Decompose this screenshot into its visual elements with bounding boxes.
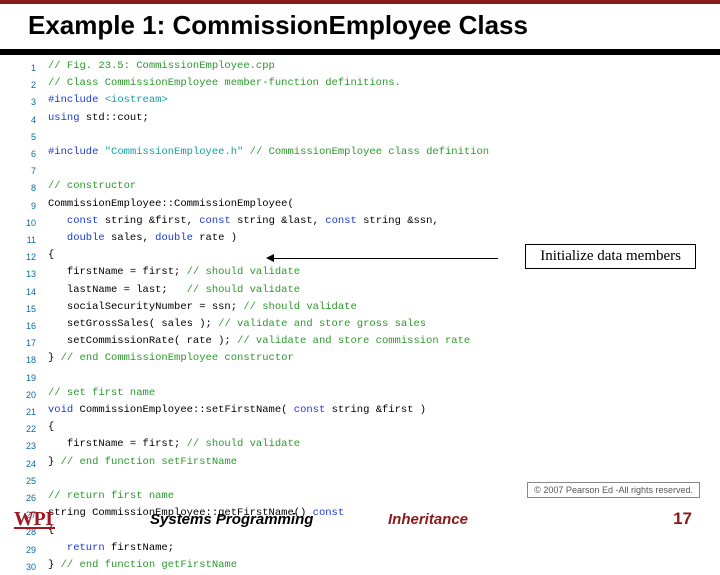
code-line: 21void CommissionEmployee::setFirstName(… (14, 403, 710, 420)
line-content: } // end function getFirstName (36, 558, 237, 575)
line-content: double sales, double rate ) (36, 231, 237, 248)
line-content (36, 472, 48, 489)
code-line: 3#include <iostream> (14, 93, 710, 110)
code-line: 29 return firstName; (14, 541, 710, 558)
line-number: 15 (14, 300, 36, 317)
line-number: 7 (14, 162, 36, 179)
line-content: socialSecurityNumber = ssn; // should va… (36, 300, 357, 317)
line-number: 17 (14, 334, 36, 351)
line-number: 20 (14, 386, 36, 403)
line-content: { (36, 248, 54, 265)
slide-title: Example 1: CommissionEmployee Class (28, 10, 700, 41)
line-number: 11 (14, 231, 36, 248)
line-number: 16 (14, 317, 36, 334)
code-line: 23 firstName = first; // should validate (14, 437, 710, 454)
title-container: Example 1: CommissionEmployee Class (0, 4, 720, 49)
code-line: 6#include "CommissionEmployee.h" // Comm… (14, 145, 710, 162)
callout-box: Initialize data members (525, 244, 696, 269)
line-number: 4 (14, 111, 36, 128)
line-number: 2 (14, 76, 36, 93)
line-number: 19 (14, 369, 36, 386)
code-line: 10 const string &first, const string &la… (14, 214, 710, 231)
code-line: 18} // end CommissionEmployee constructo… (14, 351, 710, 368)
code-line: 2// Class CommissionEmployee member-func… (14, 76, 710, 93)
line-content: // Class CommissionEmployee member-funct… (36, 76, 401, 93)
line-content: firstName = first; // should validate (36, 265, 300, 282)
line-content: // set first name (36, 386, 155, 403)
code-line: 16 setGrossSales( sales ); // validate a… (14, 317, 710, 334)
line-number: 23 (14, 437, 36, 454)
line-content: using std::cout; (36, 111, 149, 128)
wpi-logo: WPI (14, 508, 53, 531)
line-number: 14 (14, 283, 36, 300)
line-number: 25 (14, 472, 36, 489)
line-content (36, 369, 48, 386)
callout-arrow-head-icon (266, 254, 274, 262)
line-content: firstName = first; // should validate (36, 437, 300, 454)
code-line: 19 (14, 369, 710, 386)
line-number: 18 (14, 351, 36, 368)
line-number: 10 (14, 214, 36, 231)
footer-left: Systems Programming (150, 511, 313, 528)
title-band: Example 1: CommissionEmployee Class (0, 0, 720, 55)
slide: Example 1: CommissionEmployee Class 1// … (0, 0, 720, 540)
line-content: // Fig. 23.5: CommissionEmployee.cpp (36, 59, 275, 76)
line-number: 6 (14, 145, 36, 162)
code-line: 20// set first name (14, 386, 710, 403)
line-content: setCommissionRate( rate ); // validate a… (36, 334, 470, 351)
line-number: 30 (14, 558, 36, 575)
line-content: // constructor (36, 179, 136, 196)
line-number: 3 (14, 93, 36, 110)
line-content: const string &first, const string &last,… (36, 214, 439, 231)
line-number: 9 (14, 197, 36, 214)
line-number: 13 (14, 265, 36, 282)
code-line: 1// Fig. 23.5: CommissionEmployee.cpp (14, 59, 710, 76)
line-number: 12 (14, 248, 36, 265)
copyright-text: © 2007 Pearson Ed -All rights reserved. (527, 482, 700, 498)
code-line: 14 lastName = last; // should validate (14, 283, 710, 300)
line-content: } // end CommissionEmployee constructor (36, 351, 294, 368)
code-line: 30} // end function getFirstName (14, 558, 710, 575)
code-line: 4using std::cout; (14, 111, 710, 128)
line-content: #include "CommissionEmployee.h" // Commi… (36, 145, 489, 162)
line-content: } // end function setFirstName (36, 455, 237, 472)
line-content (36, 162, 48, 179)
line-number: 22 (14, 420, 36, 437)
line-content: #include <iostream> (36, 93, 168, 110)
line-content: { (36, 420, 54, 437)
line-number: 8 (14, 179, 36, 196)
line-number: 29 (14, 541, 36, 558)
code-line: 17 setCommissionRate( rate ); // validat… (14, 334, 710, 351)
code-line: 15 socialSecurityNumber = ssn; // should… (14, 300, 710, 317)
line-content: void CommissionEmployee::setFirstName( c… (36, 403, 426, 420)
line-number: 21 (14, 403, 36, 420)
line-number: 5 (14, 128, 36, 145)
code-line: 7 (14, 162, 710, 179)
code-line: 5 (14, 128, 710, 145)
footer: WPI Systems Programming Inheritance 17 (0, 504, 720, 534)
callout-arrow-line (272, 258, 498, 259)
code-line: 8// constructor (14, 179, 710, 196)
line-content: setGrossSales( sales ); // validate and … (36, 317, 426, 334)
code-line: 9CommissionEmployee::CommissionEmployee( (14, 197, 710, 214)
line-content: lastName = last; // should validate (36, 283, 300, 300)
line-number: 24 (14, 455, 36, 472)
line-number: 1 (14, 59, 36, 76)
page-number: 17 (673, 509, 692, 529)
code-line: 24} // end function setFirstName (14, 455, 710, 472)
line-content: return firstName; (36, 541, 174, 558)
line-content: CommissionEmployee::CommissionEmployee( (36, 197, 294, 214)
code-line: 22{ (14, 420, 710, 437)
line-content (36, 128, 48, 145)
footer-center: Inheritance (388, 511, 468, 528)
